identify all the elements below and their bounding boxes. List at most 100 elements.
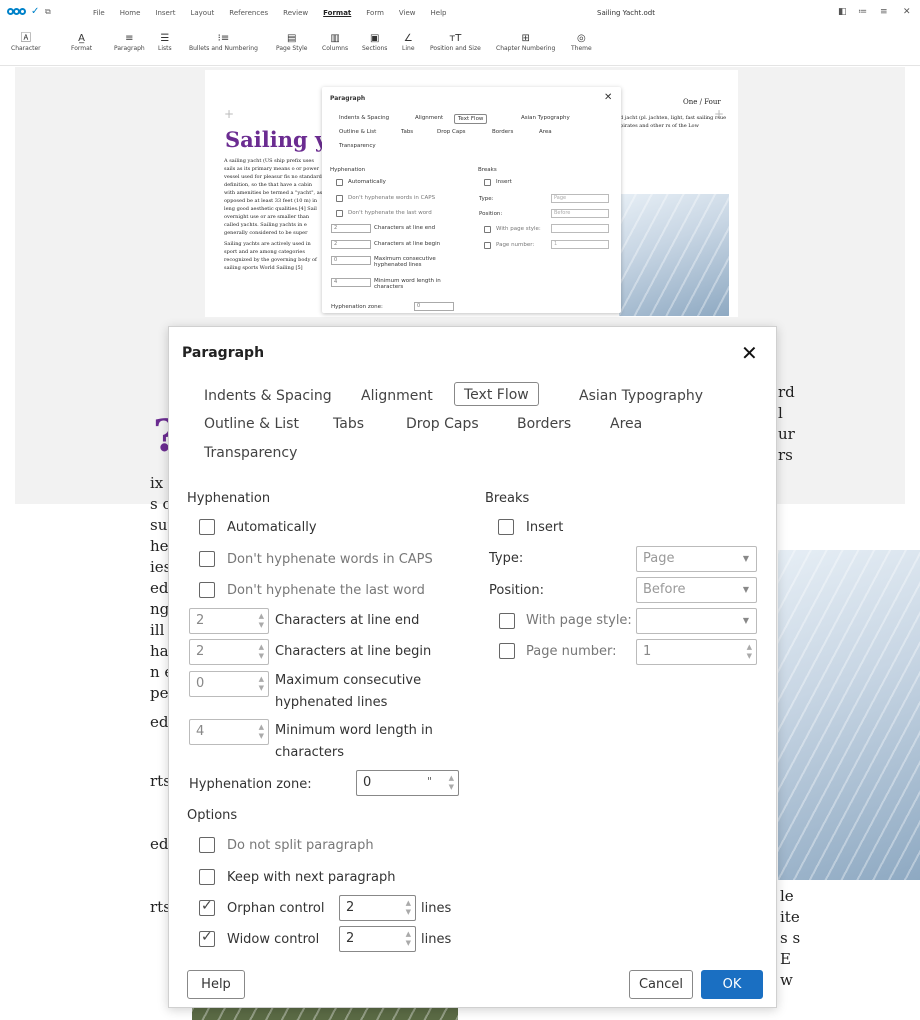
tab[interactable]: Area [536, 128, 555, 136]
tab[interactable]: Drop Caps [434, 128, 469, 136]
tab[interactable]: Alignment [412, 114, 446, 122]
details-icon[interactable]: ≡ [880, 7, 888, 17]
menu-file[interactable]: File [93, 9, 105, 17]
ribbon-page-style-button[interactable]: ▤ Page Style [276, 32, 308, 52]
min-word-length-spinbox[interactable]: 4 ▲ ▼ [189, 719, 269, 745]
menu-review[interactable]: Review [283, 9, 308, 17]
spin-input[interactable]: 2 [331, 240, 371, 249]
spin-arrows-icon[interactable]: ▲ ▼ [449, 774, 454, 792]
dialog-close-icon[interactable]: ✕ [741, 341, 758, 365]
orphan-lines-spinbox[interactable]: 2 ▲ ▼ [339, 895, 416, 921]
spin-arrows-icon[interactable]: ▲ ▼ [259, 612, 264, 630]
menu-insert[interactable]: Insert [155, 9, 175, 17]
chars-line-begin-spinbox[interactable]: 2 ▲ ▼ [189, 639, 269, 665]
checkbox[interactable] [484, 179, 491, 186]
sidebar-toggle-icon[interactable]: ◧ [838, 7, 847, 17]
hyphenation-zone-spinbox[interactable]: 0 " ▲ ▼ [356, 770, 459, 796]
menu-view[interactable]: View [399, 9, 416, 17]
spin-input[interactable]: 0 [414, 302, 454, 311]
tab[interactable]: Outline & List [336, 128, 379, 136]
break-type-select[interactable]: Page ▼ [636, 546, 757, 572]
tab-asian-typography[interactable]: Asian Typography [570, 384, 712, 408]
widow-control-checkbox[interactable] [199, 929, 215, 947]
page-number-spinbox[interactable]: 1 ▲ ▼ [636, 639, 757, 665]
spin-input[interactable]: 2 [331, 224, 371, 233]
page-number-checkbox[interactable] [499, 643, 515, 659]
spin-arrows-icon[interactable]: ▲ ▼ [747, 643, 752, 661]
ribbon-bullets-button[interactable]: ⁝≡ Bullets and Numbering [189, 32, 258, 52]
tab-transparency[interactable]: Transparency [195, 441, 306, 465]
menu-home[interactable]: Home [120, 9, 141, 17]
list-icon[interactable]: ≔ [858, 7, 867, 17]
ribbon-position-size-button[interactable]: тT Position and Size [430, 32, 481, 52]
page-style-select[interactable]: ▼ [636, 608, 757, 634]
ribbon-columns-button[interactable]: ▥ Columns [322, 32, 348, 52]
ribbon-lists-button[interactable]: ☰ Lists [158, 32, 172, 52]
select[interactable]: Page [551, 194, 609, 203]
checkbox[interactable] [484, 226, 491, 233]
checkbox[interactable] [336, 179, 343, 186]
spin-arrows-icon[interactable]: ▲ ▼ [259, 723, 264, 741]
ribbon-paragraph-button[interactable]: ≡ Paragraph [114, 32, 145, 52]
close-icon[interactable]: ✕ [604, 92, 612, 103]
with-page-style-checkbox[interactable] [499, 613, 515, 629]
help-button[interactable]: Help [187, 970, 245, 999]
spin-arrows-icon[interactable]: ▲ ▼ [259, 643, 264, 661]
ribbon-line-button[interactable]: ∠ Line [402, 32, 415, 52]
ribbon-theme-button[interactable]: ◎ Theme [571, 32, 592, 52]
spin-arrows-icon[interactable]: ▲ ▼ [259, 675, 264, 693]
ribbon-sections-button[interactable]: ▣ Sections [362, 32, 387, 52]
cancel-button[interactable]: Cancel [629, 970, 693, 999]
menu-references[interactable]: References [229, 9, 268, 17]
tab[interactable]: Tabs [398, 128, 416, 136]
nextcloud-logo-icon[interactable] [7, 7, 26, 17]
orphan-control-checkbox[interactable] [199, 898, 215, 916]
select[interactable]: Before [551, 209, 609, 218]
tab[interactable]: Transparency [336, 142, 379, 150]
tab-borders[interactable]: Borders [508, 412, 580, 436]
hyphenation-heading: Hyphenation [187, 491, 271, 506]
tab-tabs[interactable]: Tabs [324, 412, 373, 436]
tab[interactable]: Text Flow [454, 114, 488, 124]
keep-with-next-checkbox[interactable] [199, 869, 215, 885]
tab-area[interactable]: Area [601, 412, 651, 436]
max-consecutive-spinbox[interactable]: 0 ▲ ▼ [189, 671, 269, 697]
document-title: Sailing Yacht.odt [597, 9, 655, 17]
no-last-word-checkbox[interactable] [199, 582, 215, 598]
open-external-icon[interactable]: ⧉ [45, 7, 51, 17]
insert-break-checkbox[interactable] [498, 519, 514, 535]
tab[interactable]: Indents & Spacing [336, 114, 392, 122]
ribbon-character-button[interactable]: 🄰 Character [11, 32, 41, 52]
spin-arrows-icon[interactable]: ▲ ▼ [406, 930, 411, 948]
tab-drop-caps[interactable]: Drop Caps [397, 412, 488, 436]
close-icon[interactable]: ✕ [903, 7, 911, 17]
menu-format[interactable]: Format [323, 9, 351, 17]
ribbon-chapter-numbering-button[interactable]: ⊞ Chapter Numbering [496, 32, 555, 52]
widow-lines-spinbox[interactable]: 2 ▲ ▼ [339, 926, 416, 952]
spin-input[interactable]: 0 [331, 256, 371, 265]
spin-arrows-icon[interactable]: ▲ ▼ [406, 899, 411, 917]
tab-outline-list[interactable]: Outline & List [195, 412, 308, 436]
checkbox[interactable] [336, 210, 343, 217]
automatically-checkbox[interactable] [199, 519, 215, 535]
select[interactable] [551, 224, 609, 233]
tab-text-flow[interactable]: Text Flow [454, 382, 539, 406]
chars-line-end-spinbox[interactable]: 2 ▲ ▼ [189, 608, 269, 634]
menu-layout[interactable]: Layout [190, 9, 214, 17]
select[interactable]: 1 [551, 240, 609, 249]
checkbox[interactable] [336, 195, 343, 202]
ribbon-format-button[interactable]: A̲ Format [71, 32, 92, 52]
break-position-select[interactable]: Before ▼ [636, 577, 757, 603]
menu-form[interactable]: Form [366, 9, 384, 17]
do-not-split-checkbox[interactable] [199, 837, 215, 853]
tab[interactable]: Asian Typography [518, 114, 573, 122]
spin-input[interactable]: 4 [331, 278, 371, 287]
tab-indents-spacing[interactable]: Indents & Spacing [195, 384, 341, 408]
checkbox[interactable] [484, 242, 491, 249]
ok-button[interactable]: OK [701, 970, 763, 999]
tab-alignment[interactable]: Alignment [352, 384, 442, 408]
no-caps-checkbox[interactable] [199, 551, 215, 567]
tab[interactable]: Borders [489, 128, 516, 136]
min-word-length-label-2: characters [275, 745, 345, 760]
menu-help[interactable]: Help [431, 9, 447, 17]
